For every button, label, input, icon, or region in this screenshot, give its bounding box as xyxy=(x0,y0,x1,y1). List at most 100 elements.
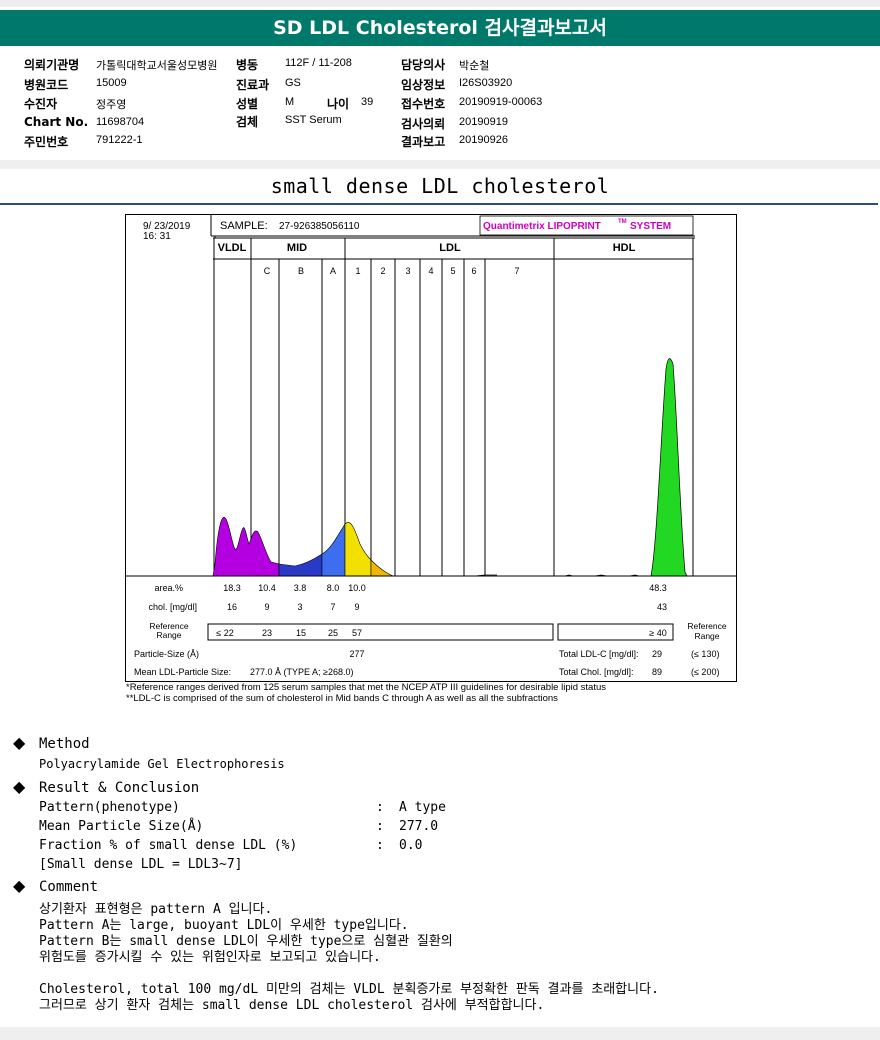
band-3: 3 xyxy=(405,266,410,276)
value-resident-no: 791222-1 xyxy=(96,134,143,146)
footnote-reference-ranges: *Reference ranges derived from 125 serum… xyxy=(126,682,606,693)
value-age: 39 xyxy=(361,96,374,108)
area-label: area.% xyxy=(154,583,183,593)
chart-footnotes: *Reference ranges derived from 125 serum… xyxy=(126,682,606,704)
bottom-divider xyxy=(0,1027,880,1040)
label-age: 나이 xyxy=(327,97,350,111)
result-row-fraction-value: 0.0 xyxy=(399,838,423,853)
comment-line-7: 그러므로 상기 환자 검체는 small dense LDL cholester… xyxy=(39,998,545,1013)
total-chol-value: 89 xyxy=(652,667,662,677)
label-sex: 성별 xyxy=(236,97,259,111)
brand-system: SYSTEM xyxy=(630,221,671,232)
chart-time: 16: 31 xyxy=(143,231,171,242)
band-a: A xyxy=(330,266,336,276)
result-note: [Small dense LDL = LDL3~7] xyxy=(39,857,243,872)
result-row-size-label: Mean Particle Size(Å) xyxy=(39,819,204,834)
value-specimen: SST Serum xyxy=(285,114,342,126)
value-clinical-info: I26S03920 xyxy=(459,77,513,89)
value-patient: 정주영 xyxy=(96,99,127,111)
value-sex: M xyxy=(285,96,295,108)
label-result-report: 결과보고 xyxy=(401,135,446,149)
top-divider xyxy=(0,0,880,7)
result-row-pattern-value: A type xyxy=(399,800,446,815)
band-2: 2 xyxy=(380,266,385,276)
ref-right-line2: Range xyxy=(694,631,719,641)
chol-ldl: 9 xyxy=(354,602,359,612)
band-1: 1 xyxy=(355,266,360,276)
mean-particle-label: Mean LDL-Particle Size: xyxy=(134,667,231,677)
sample-label: SAMPLE: xyxy=(220,220,268,232)
result-row-pattern-colon: : xyxy=(376,800,384,815)
mean-particle-value: 277.0 Å (TYPE A; ≥268.0) xyxy=(250,667,354,677)
area-c: 10.4 xyxy=(258,583,276,593)
ref-right-line1: Reference xyxy=(687,621,726,631)
ref-vldl: ≤ 22 xyxy=(216,628,233,638)
label-patient: 수진자 xyxy=(24,97,58,111)
comment-line-4: 위험도를 증가시킬 수 있는 위험인자로 보고되고 있습니다. xyxy=(39,950,381,965)
group-hdl: HDL xyxy=(613,242,636,254)
chol-vldl: 16 xyxy=(227,602,237,612)
comment-bullet-icon: ◆ xyxy=(13,876,26,895)
group-mid: MID xyxy=(287,242,307,254)
chol-b: 3 xyxy=(297,602,302,612)
section-underline xyxy=(0,203,878,205)
ref-c: 23 xyxy=(262,628,272,638)
area-ldl: 10.0 xyxy=(348,583,366,593)
group-vldl: VLDL xyxy=(218,242,247,254)
result-row-size-value: 277.0 xyxy=(399,819,439,834)
info-divider xyxy=(0,160,880,169)
report-title: SD LDL Cholesterol 검사결과보고서 xyxy=(0,10,880,46)
label-accession-no: 접수번호 xyxy=(401,97,446,111)
result-row-fraction-label: Fraction % of small dense LDL (%) xyxy=(39,838,298,853)
value-department: GS xyxy=(285,77,301,89)
total-chol-label: Total Chol. [mg/dl]: xyxy=(559,667,634,677)
band-5: 5 xyxy=(450,266,455,276)
chart-frame xyxy=(125,214,737,682)
label-ward: 병동 xyxy=(236,58,259,72)
method-heading: Method xyxy=(39,736,90,752)
method-text: Polyacrylamide Gel Electrophoresis xyxy=(39,757,285,771)
value-doctor: 박순철 xyxy=(459,60,490,72)
brand-tm: TM xyxy=(618,219,627,225)
value-ward: 112F / 11-208 xyxy=(285,57,352,69)
result-bullet-icon: ◆ xyxy=(13,777,26,796)
value-result-report: 20190926 xyxy=(459,134,508,146)
section-title: small dense LDL cholesterol xyxy=(270,174,610,198)
ref-b: 15 xyxy=(296,628,306,638)
lipoprint-chart: 9/ 23/2019 16: 31 SAMPLE: 27-92638505611… xyxy=(125,214,737,682)
label-resident-no: 주민번호 xyxy=(24,135,69,149)
comment-heading: Comment xyxy=(39,879,99,895)
area-a: 8.0 xyxy=(327,583,340,593)
total-chol-ref: (≤ 200) xyxy=(691,667,719,677)
chol-a: 7 xyxy=(330,602,335,612)
sample-id: 27-926385056110 xyxy=(279,221,360,232)
label-specimen: 검체 xyxy=(236,115,259,129)
total-ldl-value: 29 xyxy=(652,649,662,659)
patient-info: 의뢰기관명 가톨릭대학교서울성모병원 병원코드 15009 수진자 정주영 Ch… xyxy=(0,50,880,158)
method-bullet-icon: ◆ xyxy=(13,733,26,752)
value-test-request: 20190919 xyxy=(459,116,508,128)
label-requesting-org: 의뢰기관명 xyxy=(24,58,80,72)
chol-label: chol. [mg/dl] xyxy=(148,602,197,612)
ref-a: 25 xyxy=(328,628,338,638)
chol-hdl: 43 xyxy=(657,602,667,612)
label-department: 진료과 xyxy=(236,78,270,92)
area-hdl: 48.3 xyxy=(649,583,667,593)
ref-ldl: 57 xyxy=(352,628,362,638)
value-requesting-org: 가톨릭대학교서울성모병원 xyxy=(96,60,218,72)
result-row-fraction-colon: : xyxy=(376,838,384,853)
band-7: 7 xyxy=(514,266,519,276)
band-b: B xyxy=(298,266,304,276)
chol-c: 9 xyxy=(264,602,269,612)
total-ldl-label: Total LDL-C [mg/dl]: xyxy=(559,649,639,659)
band-c: C xyxy=(264,266,271,276)
group-ldl: LDL xyxy=(439,242,461,254)
value-hospital-code: 15009 xyxy=(96,77,127,89)
band-4: 4 xyxy=(428,266,433,276)
result-row-pattern-label: Pattern(phenotype) xyxy=(39,800,180,815)
ref-hdl: ≥ 40 xyxy=(649,628,666,638)
particle-size-label: Particle-Size (Å) xyxy=(134,649,199,659)
label-test-request: 검사의뢰 xyxy=(401,117,446,131)
particle-size-value: 277 xyxy=(349,649,364,659)
total-ldl-ref: (≤ 130) xyxy=(691,649,719,659)
